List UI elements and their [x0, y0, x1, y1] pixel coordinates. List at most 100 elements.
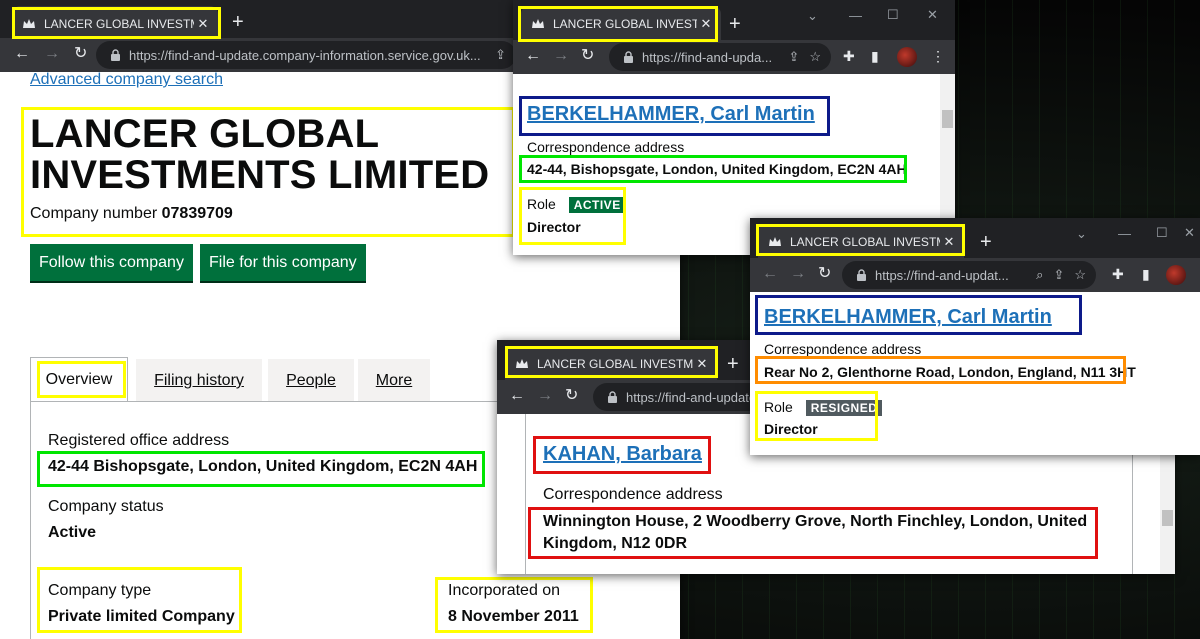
tab-people[interactable]: People: [268, 359, 354, 402]
browser-toolbar: ← → ↻ https://find-and-upda... ⇪ ☆ ✚ ▮ ⋮: [513, 40, 955, 74]
menu-kebab-icon[interactable]: ⋮: [931, 48, 945, 65]
company-type-value: Private limited Company: [48, 608, 235, 625]
browser-tab[interactable]: LANCER GLOBAL INVESTMENTS ✕: [505, 346, 717, 382]
role-value: Director: [764, 421, 818, 437]
officer-name-link[interactable]: BERKELHAMMER, Carl Martin: [764, 306, 1052, 329]
side-panel-icon[interactable]: ▮: [1142, 266, 1150, 283]
reload-icon[interactable]: ↻: [74, 46, 87, 62]
role-label-text: Role: [764, 399, 793, 415]
address-bar[interactable]: https://find-and-upda... ⇪ ☆: [609, 43, 831, 71]
advanced-search-link[interactable]: Advanced company search: [30, 71, 223, 89]
company-number-label: Company number: [30, 205, 158, 222]
reload-icon[interactable]: ↻: [565, 388, 578, 404]
lock-icon: [608, 391, 617, 403]
url-text: https://find-and-upda...: [642, 49, 773, 65]
tab-title: LANCER GLOBAL INVESTMENTS: [537, 357, 693, 371]
reload-icon[interactable]: ↻: [581, 48, 594, 64]
url-text: https://find-and-update.company-informat…: [129, 47, 481, 63]
tab-strip: LANCER GLOBAL INVESTMENTS ✕ + ⌄ — ☐ ✕: [750, 218, 1200, 260]
role-label: Role ACTIVE: [527, 196, 626, 213]
bookmark-star-icon[interactable]: ☆: [809, 49, 821, 65]
browser-toolbar: ← → ↻ https://find-and-updat... ⌕ ⇪ ☆ ✚ …: [750, 258, 1200, 292]
correspondence-address-line1: Winnington House, 2 Woodberry Grove, Nor…: [543, 513, 1088, 530]
follow-company-button[interactable]: Follow this company: [30, 244, 193, 281]
incorporated-label: Incorporated on: [448, 582, 561, 599]
side-panel-icon[interactable]: ▮: [871, 48, 879, 65]
forward-icon[interactable]: →: [537, 388, 553, 404]
browser-tab[interactable]: LANCER GLOBAL INVESTMENTS ✕: [758, 224, 964, 260]
company-number: 07839709: [161, 205, 233, 222]
new-tab-icon[interactable]: +: [980, 232, 992, 252]
search-icon[interactable]: ⌕: [1036, 267, 1043, 283]
company-name-line2: INVESTMENTS LIMITED: [30, 153, 490, 197]
correspondence-address-line2: Kingdom, N12 0DR: [543, 535, 688, 552]
company-status-label: Company status: [48, 498, 164, 515]
correspondence-address-value: Rear No 2, Glenthorne Road, London, Engl…: [764, 364, 1136, 380]
browser-tab[interactable]: LANCER GLOBAL INVESTMENTS L ✕: [12, 6, 218, 42]
close-tab-icon[interactable]: ✕: [940, 234, 958, 250]
new-tab-icon[interactable]: +: [729, 14, 741, 34]
screenshot-stage: LANCER GLOBAL INVESTMENTS L ✕ + ← → ↻ ht…: [0, 0, 1200, 639]
crown-favicon-icon: [532, 19, 544, 28]
extensions-icon[interactable]: ✚: [1112, 266, 1124, 283]
company-type-label: Company type: [48, 582, 152, 599]
profile-avatar-icon[interactable]: [897, 47, 917, 67]
incorporated-value: 8 November 2011: [448, 608, 579, 625]
company-header: LANCER GLOBAL INVESTMENTS LIMITED Compan…: [30, 114, 489, 223]
close-tab-icon[interactable]: ✕: [697, 16, 715, 32]
minimize-icon[interactable]: —: [1118, 226, 1131, 241]
tab-search-icon[interactable]: ⌄: [1076, 226, 1087, 242]
company-name-line1: LANCER GLOBAL: [30, 112, 380, 156]
maximize-icon[interactable]: ☐: [1156, 225, 1168, 241]
close-tab-icon[interactable]: ✕: [693, 356, 711, 372]
share-icon[interactable]: ⇪: [788, 49, 799, 65]
extensions-icon[interactable]: ✚: [843, 48, 855, 65]
crown-favicon-icon: [516, 359, 528, 368]
forward-icon[interactable]: →: [44, 46, 60, 62]
correspondence-address-label: Correspondence address: [543, 486, 723, 503]
officer-window-resigned: LANCER GLOBAL INVESTMENTS ✕ + ⌄ — ☐ ✕ ← …: [750, 218, 1200, 455]
status-badge: ACTIVE: [568, 197, 626, 213]
share-icon[interactable]: ⇪: [495, 47, 506, 63]
profile-avatar-icon[interactable]: [1166, 265, 1186, 285]
back-icon[interactable]: ←: [525, 48, 541, 64]
forward-icon[interactable]: →: [553, 48, 569, 64]
reload-icon[interactable]: ↻: [818, 266, 831, 282]
tab-title: LANCER GLOBAL INVESTMENTS: [790, 235, 940, 249]
share-icon[interactable]: ⇪: [1053, 267, 1064, 283]
browser-tab[interactable]: LANCER GLOBAL INVESTMENT ✕: [521, 6, 721, 42]
role-label: Role RESIGNED: [764, 399, 883, 416]
close-window-icon[interactable]: ✕: [1184, 225, 1195, 241]
address-bar[interactable]: https://find-and-updat... ⌕ ⇪ ☆: [842, 261, 1096, 289]
forward-icon[interactable]: →: [790, 266, 806, 282]
back-icon[interactable]: ←: [762, 266, 778, 282]
company-status-value: Active: [48, 524, 97, 541]
tab-more[interactable]: More: [358, 359, 430, 402]
close-tab-icon[interactable]: ✕: [194, 16, 212, 32]
scrollbar-thumb[interactable]: [1162, 510, 1173, 526]
crown-favicon-icon: [23, 19, 35, 28]
back-icon[interactable]: ←: [509, 388, 525, 404]
address-bar[interactable]: https://find-and-update.company-informat…: [96, 41, 516, 69]
tab-search-icon[interactable]: ⌄: [807, 8, 818, 24]
lock-icon: [111, 49, 120, 61]
minimize-icon[interactable]: —: [849, 8, 862, 23]
tab-strip: LANCER GLOBAL INVESTMENT ✕ + ⌄ — ☐ ✕: [513, 0, 955, 42]
maximize-icon[interactable]: ☐: [887, 7, 899, 23]
back-icon[interactable]: ←: [14, 46, 30, 62]
officer-name-link[interactable]: BERKELHAMMER, Carl Martin: [527, 103, 815, 126]
tab-filing-history[interactable]: Filing history: [136, 359, 262, 402]
new-tab-icon[interactable]: +: [232, 12, 244, 32]
tab-overview[interactable]: Overview: [30, 357, 128, 401]
officer-name-link[interactable]: KAHAN, Barbara: [543, 443, 702, 466]
close-window-icon[interactable]: ✕: [927, 7, 938, 23]
scrollbar-thumb[interactable]: [942, 110, 953, 128]
role-value: Director: [527, 219, 581, 235]
bookmark-star-icon[interactable]: ☆: [1074, 267, 1086, 283]
correspondence-address-label: Correspondence address: [764, 341, 922, 357]
role-label-text: Role: [527, 196, 556, 212]
correspondence-address-label: Correspondence address: [527, 139, 685, 155]
new-tab-icon[interactable]: +: [727, 354, 739, 374]
lock-icon: [857, 269, 866, 281]
file-for-company-button[interactable]: File for this company: [200, 244, 366, 281]
